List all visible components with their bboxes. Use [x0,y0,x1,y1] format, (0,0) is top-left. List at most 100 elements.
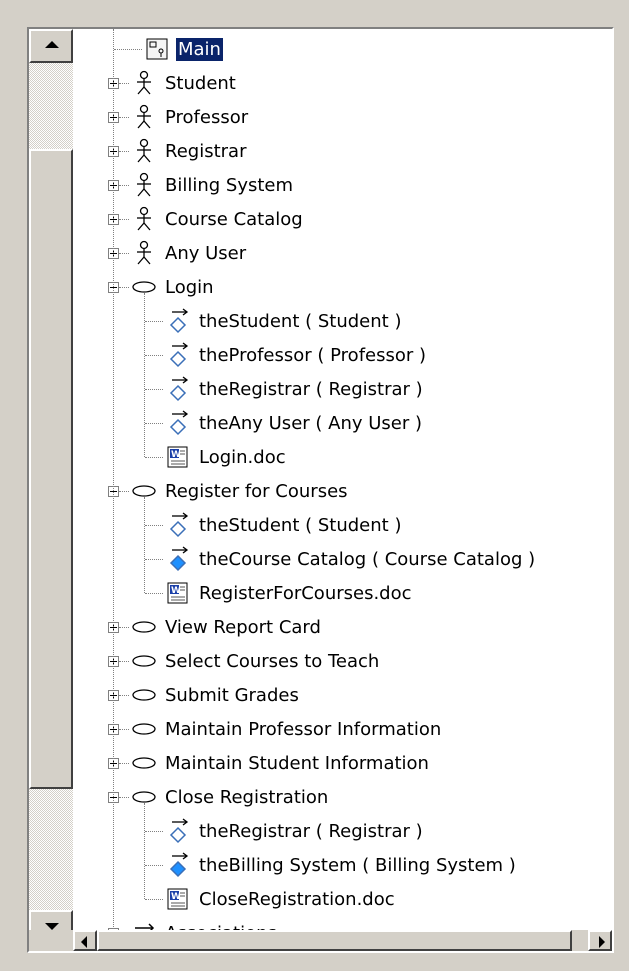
association-icon [165,410,191,436]
node-label: Associations [163,922,279,931]
tree-node-document[interactable]: W CloseRegistration.doc [145,882,397,916]
actor-icon [131,206,157,232]
tree-connector [145,354,163,356]
tree-connector [119,626,129,628]
tree-node-usecase[interactable]: Register for Courses [119,474,350,508]
vertical-scrollbar[interactable] [29,29,73,944]
association-arrows-icon [131,920,157,930]
svg-text:W: W [171,586,181,596]
document-icon: W [165,444,191,470]
tree-node-actor[interactable]: Professor [119,100,250,134]
association-filled-icon [165,546,191,572]
tree-node-association[interactable]: theCourse Catalog ( Course Catalog ) [145,542,537,576]
tree-node-usecase[interactable]: View Report Card [119,610,323,644]
node-label: theProfessor ( Professor ) [199,344,427,366]
tree-connector [119,184,129,186]
tree-node-usecase[interactable]: Maintain Professor Information [119,712,443,746]
tree-connector [119,286,129,288]
association-icon [165,308,191,334]
horizontal-scroll-thumb[interactable] [97,930,572,951]
tree-node-usecase[interactable]: Close Registration [119,780,330,814]
tree-guide-line [144,803,145,899]
tree-node-association[interactable]: theAny User ( Any User ) [145,406,424,440]
scroll-up-button[interactable] [29,29,73,63]
usecase-icon [131,682,157,708]
node-label: Professor [165,106,249,128]
tree-node-actor[interactable]: Student [119,66,238,100]
node-label: Submit Grades [165,684,299,706]
scroll-left-button[interactable] [73,930,97,951]
node-label: Maintain Professor Information [165,718,442,740]
node-label: Billing System [165,174,294,196]
association-icon [165,342,191,368]
node-label: Login [165,276,214,298]
node-label: RegisterForCourses.doc [199,582,412,604]
tree-node-actor[interactable]: Any User [119,236,248,270]
tree-node-main[interactable]: Main [114,32,223,66]
tree-node-associations[interactable]: Associations [119,916,279,930]
tree-connector [119,660,129,662]
scrollbar-corner [29,930,73,951]
association-icon [165,376,191,402]
tree-node-actor[interactable]: Course Catalog [119,202,305,236]
tree-node-association[interactable]: theProfessor ( Professor ) [145,338,428,372]
tree-connector [119,762,129,764]
tree-connector [145,422,163,424]
tree-node-usecase[interactable]: Login [119,270,216,304]
tree-node-association[interactable]: theBilling System ( Billing System ) [145,848,518,882]
tree-connector [145,558,163,560]
tree-connector [145,898,163,900]
tree-node-usecase[interactable]: Maintain Student Information [119,746,431,780]
tree-connector [119,728,129,730]
tree-node-document[interactable]: W Login.doc [145,440,288,474]
horizontal-scrollbar[interactable] [73,930,612,951]
tree-guide-line [113,29,114,930]
tree-connector [145,524,163,526]
node-label: theRegistrar ( Registrar ) [199,820,423,842]
node-label: theAny User ( Any User ) [199,412,422,434]
actor-icon [131,240,157,266]
association-icon [165,818,191,844]
tree-connector [119,490,129,492]
tree-node-usecase[interactable]: Submit Grades [119,678,301,712]
node-label: theRegistrar ( Registrar ) [199,378,423,400]
tree-node-association[interactable]: theStudent ( Student ) [145,304,403,338]
association-icon [165,512,191,538]
tree-node-document[interactable]: W RegisterForCourses.doc [145,576,414,610]
tree-connector [114,48,142,50]
tree-node-association[interactable]: theRegistrar ( Registrar ) [145,814,425,848]
tree-node-association[interactable]: theRegistrar ( Registrar ) [145,372,425,406]
usecase-icon [131,750,157,776]
vertical-scroll-thumb[interactable] [29,149,73,789]
tree-guide-line [144,497,145,593]
usecase-icon [131,716,157,742]
tree-node-association[interactable]: theStudent ( Student ) [145,508,403,542]
tree-connector [145,456,163,458]
tree-node-actor[interactable]: Billing System [119,168,295,202]
arrow-left-icon [81,936,87,948]
arrow-up-icon [45,41,59,48]
tree-connector [119,116,129,118]
node-label: theStudent ( Student ) [199,310,402,332]
svg-text:W: W [171,450,181,460]
node-label: CloseRegistration.doc [199,888,395,910]
tree-node-actor[interactable]: Registrar [119,134,248,168]
node-label: theCourse Catalog ( Course Catalog ) [199,548,536,570]
tree-connector [119,218,129,220]
scroll-right-button[interactable] [588,930,612,951]
actor-icon [131,104,157,130]
node-label: Select Courses to Teach [165,650,380,672]
arrow-right-icon [599,936,605,948]
tree-node-usecase[interactable]: Select Courses to Teach [119,644,381,678]
tree-connector [145,388,163,390]
tree-connector [145,592,163,594]
node-label: Course Catalog [165,208,303,230]
model-tree: Main Student Professor Registrar Billing Sys… [73,29,612,930]
node-label: theBilling System ( Billing System ) [199,854,516,876]
tree-connector [119,252,129,254]
diagram-icon [144,36,170,62]
node-label: Any User [165,242,247,264]
tree-connector [119,796,129,798]
tree-connector [145,864,163,866]
tree-connector [119,694,129,696]
